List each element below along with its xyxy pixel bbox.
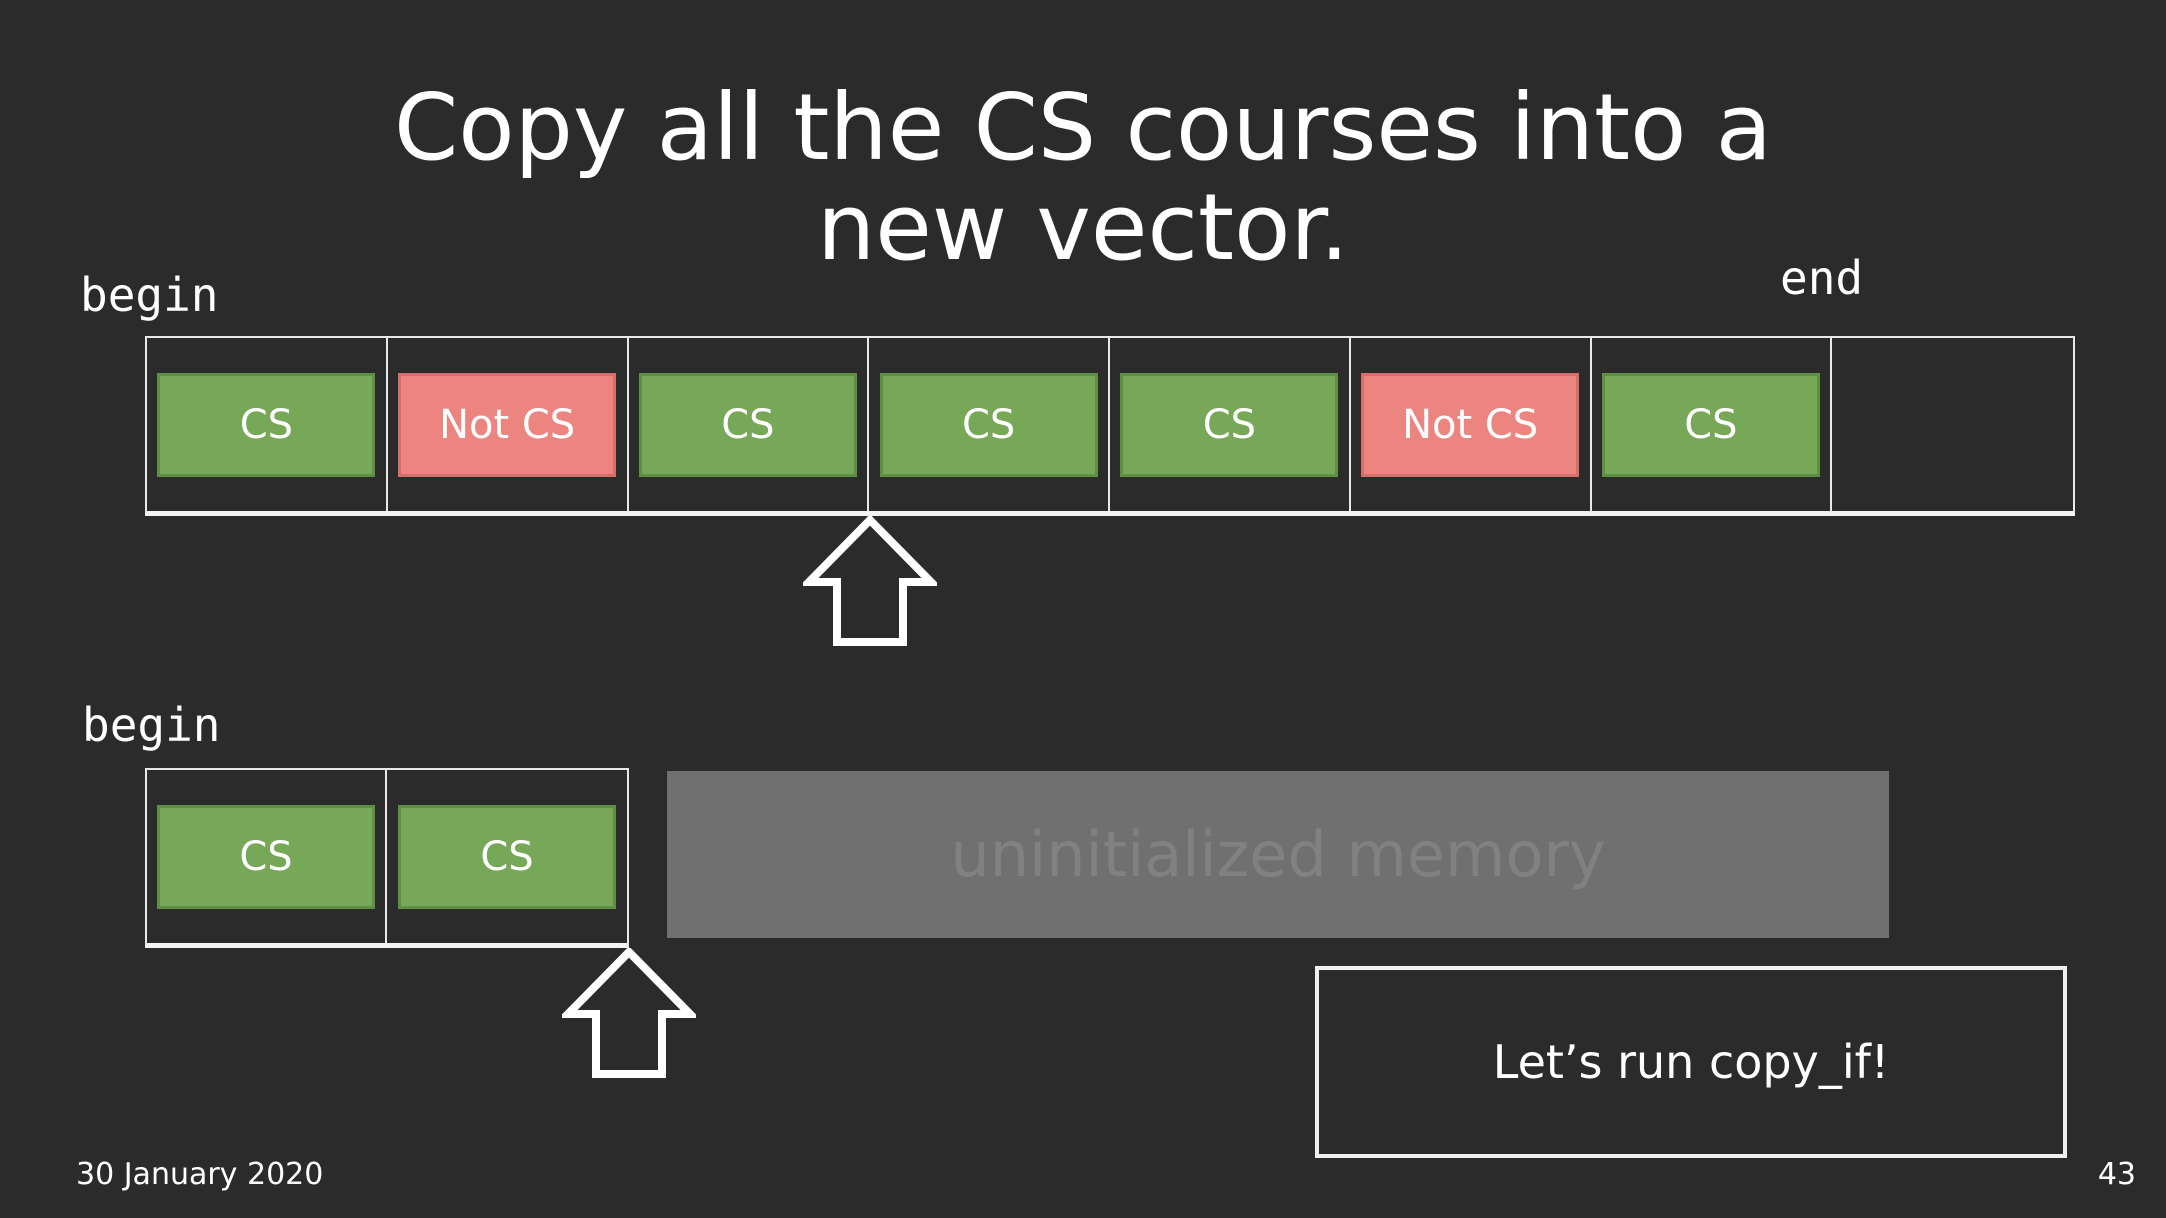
cs-chip: CS	[398, 804, 616, 909]
cs-chip: CS	[157, 372, 376, 477]
uninitialized-memory-block: uninitialized memory	[667, 771, 1889, 938]
destination-begin-label: begin	[82, 698, 221, 752]
not-cs-chip: Not CS	[1361, 372, 1580, 477]
cs-chip: CS	[638, 372, 857, 477]
source-slot: CS	[1110, 338, 1351, 511]
slide-title: Copy all the CS courses into a new vecto…	[0, 78, 2166, 278]
source-begin-label: begin	[80, 268, 219, 322]
cs-chip: CS	[879, 372, 1098, 477]
cs-chip: CS	[157, 804, 375, 909]
destination-iterator-arrow-icon	[562, 948, 696, 1078]
slide-date: 30 January 2020	[76, 1157, 324, 1192]
source-slot: CS	[1592, 338, 1833, 511]
source-iterator-arrow-icon	[803, 516, 937, 646]
not-cs-chip: Not CS	[398, 372, 617, 477]
page-number: 43	[2097, 1157, 2136, 1192]
source-vector: CS Not CS CS CS CS Not CS CS	[145, 336, 2075, 516]
source-end-label: end	[1780, 251, 1864, 305]
source-slot: Not CS	[1351, 338, 1592, 511]
destination-slot: CS	[387, 770, 627, 943]
source-slot: CS	[869, 338, 1110, 511]
destination-vector: CS CS	[145, 768, 629, 948]
source-slot: Not CS	[388, 338, 629, 511]
callout-text: Let’s run copy_if!	[1492, 1035, 1890, 1089]
cs-chip: CS	[1601, 372, 1820, 477]
copy-if-callout: Let’s run copy_if!	[1315, 966, 2067, 1158]
destination-slot: CS	[147, 770, 387, 943]
title-line-1: Copy all the CS courses into a	[393, 74, 1773, 181]
source-slot: CS	[147, 338, 388, 511]
source-slot-empty	[1832, 338, 2073, 511]
source-slot: CS	[629, 338, 870, 511]
cs-chip: CS	[1120, 372, 1339, 477]
